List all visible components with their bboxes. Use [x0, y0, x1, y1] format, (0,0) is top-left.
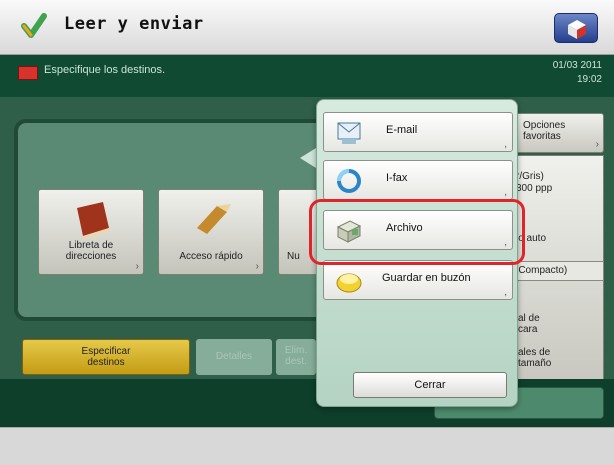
arrow-icon: ,: [504, 139, 507, 150]
original-line1: al de: [518, 313, 540, 324]
menu-item-label: E-mail: [386, 124, 418, 136]
address-book-label: Libreta de direcciones: [65, 240, 117, 262]
arrow-icon: ,: [504, 187, 507, 198]
delete-destination-button[interactable]: Elim. dest.: [276, 339, 316, 375]
help-cube-icon: [568, 20, 586, 39]
close-button[interactable]: Cerrar: [353, 372, 507, 398]
favorites-button[interactable]: Opciones favoritas ›: [508, 113, 604, 153]
favorites-label: Opciones favoritas: [523, 120, 566, 142]
highlight-ring: [309, 199, 525, 265]
color-setting[interactable]: r/Gris) 300 ppp: [516, 171, 552, 195]
datetime: 01/03 2011 19:02: [553, 59, 602, 87]
menu-item-ifax[interactable]: I-fax ,: [323, 160, 513, 200]
details-button[interactable]: Detalles: [196, 339, 272, 375]
title-bar: Leer y enviar: [0, 0, 614, 55]
menu-item-mailbox[interactable]: Guardar en buzón ,: [323, 260, 513, 300]
bottom-strip: [0, 379, 614, 427]
address-book-button[interactable]: Libreta de direcciones ›: [38, 189, 144, 275]
quick-access-button[interactable]: Acceso rápido ›: [158, 189, 264, 275]
mailbox-icon: [336, 273, 362, 293]
specify-destinations-button[interactable]: Especificar destinos: [22, 339, 190, 375]
compact-setting[interactable]: (Compacto): [512, 261, 604, 281]
email-icon: [337, 122, 361, 144]
status-bar: [0, 427, 614, 465]
arrow-icon: ›: [255, 261, 259, 272]
address-book-icon: [77, 202, 109, 240]
size-line2: tamaño: [518, 358, 552, 369]
quick-access-label: Acceso rápido: [179, 251, 243, 262]
menu-item-email[interactable]: E-mail ,: [323, 112, 513, 152]
date-text: 01/03 2011: [552, 60, 602, 71]
popup-pointer: [300, 148, 316, 168]
quick-access-icon: [197, 204, 231, 234]
color-line2: 300 ppp: [516, 183, 553, 194]
arrow-icon: ,: [504, 287, 507, 298]
screen: Leer y enviar Especifique los destinos. …: [0, 0, 614, 465]
size-line1: ales de: [518, 347, 551, 358]
message-bar: Especifique los destinos. 01/03 2011 19:…: [0, 55, 614, 97]
size-setting[interactable]: ales de tamaño: [518, 347, 551, 369]
menu-item-label: I-fax: [386, 172, 408, 184]
menu-item-label: Guardar en buzón: [382, 272, 471, 284]
ifax-icon: [337, 169, 361, 193]
arrow-icon: ›: [135, 261, 139, 272]
time-text: 19:02: [576, 74, 602, 85]
app-title: Leer y enviar: [64, 14, 204, 34]
arrow-icon: ›: [595, 139, 599, 150]
color-line1: r/Gris): [516, 171, 544, 182]
original-line2: cara: [518, 324, 538, 335]
checkmark-icon: [21, 13, 47, 38]
original-setting[interactable]: al de cara: [518, 313, 540, 335]
message-text: Especifique los destinos.: [44, 64, 166, 76]
help-button[interactable]: [554, 13, 598, 43]
message-icon: [18, 66, 38, 80]
